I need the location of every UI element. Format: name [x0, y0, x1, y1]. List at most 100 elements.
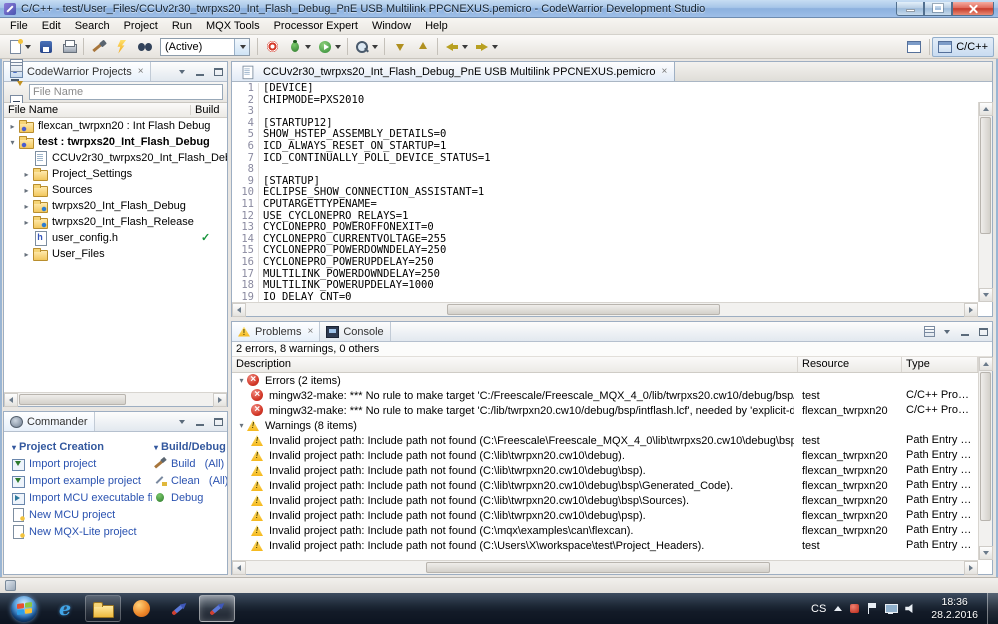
maximize-view-icon[interactable]: [976, 325, 990, 339]
expander-icon[interactable]: ▸: [21, 170, 32, 179]
problems-group-warnings[interactable]: ▾ Warnings (8 items): [232, 418, 978, 433]
open-perspective-button[interactable]: [901, 37, 927, 57]
editor-hscrollbar[interactable]: [232, 302, 978, 317]
problem-row[interactable]: Invalid project path: Include path not f…: [232, 433, 978, 448]
new-button[interactable]: [4, 36, 34, 58]
tree-item-sources[interactable]: ▸ Sources: [4, 182, 227, 198]
start-button[interactable]: [6, 593, 42, 624]
tree-item-test[interactable]: ▾ test : twrpxs20_Int_Flash_Debug: [4, 134, 227, 150]
scroll-left-icon[interactable]: [232, 303, 246, 317]
expander-icon[interactable]: ▾: [236, 376, 247, 385]
tab-problems[interactable]: Problems ×: [232, 322, 321, 341]
problem-row[interactable]: Invalid project path: Include path not f…: [232, 463, 978, 478]
problems-group-errors[interactable]: ▾ Errors (2 items): [232, 373, 978, 388]
menu-mqx-tools[interactable]: MQX Tools: [199, 19, 267, 33]
maximize-view-icon[interactable]: [211, 65, 225, 79]
problems-vscrollbar[interactable]: [978, 357, 993, 560]
back-button[interactable]: [441, 36, 471, 58]
filter-view-icon[interactable]: [922, 325, 936, 339]
view-menu-icon[interactable]: [175, 65, 189, 79]
tab-commander[interactable]: Commander: [4, 412, 95, 431]
tree-item-twrpxs20-int-flash-debug[interactable]: ▸ twrpxs20_Int_Flash_Debug: [4, 198, 227, 214]
maximize-button[interactable]: [924, 1, 952, 16]
projects-hscrollbar[interactable]: [4, 392, 227, 407]
maximize-view-icon[interactable]: [211, 415, 225, 429]
taskbar-internet-explorer-button[interactable]: e: [47, 595, 83, 622]
scroll-thumb[interactable]: [980, 117, 991, 234]
problem-row[interactable]: Invalid project path: Include path not f…: [232, 448, 978, 463]
section-collapse-icon[interactable]: ▾: [12, 443, 16, 452]
problem-row[interactable]: Invalid project path: Include path not f…: [232, 538, 978, 553]
problem-row[interactable]: mingw32-make: *** No rule to make target…: [232, 388, 978, 403]
expander-icon[interactable]: ▸: [21, 218, 32, 227]
problem-row[interactable]: Invalid project path: Include path not f…: [232, 478, 978, 493]
taskbar-active-codewarrior-window[interactable]: [199, 595, 235, 622]
problem-row[interactable]: Invalid project path: Include path not f…: [232, 523, 978, 538]
commander-import-project[interactable]: Import project: [12, 455, 152, 472]
scroll-thumb[interactable]: [980, 372, 991, 521]
tree-item-user-files[interactable]: ▸ User_Files: [4, 246, 227, 262]
menu-search[interactable]: Search: [68, 19, 117, 33]
tree-item-user-config-h[interactable]: user_config.h ✓: [4, 230, 227, 246]
commander-import-example-project[interactable]: Import example project: [12, 472, 152, 489]
scroll-thumb[interactable]: [447, 304, 720, 315]
minimize-button[interactable]: [896, 1, 924, 16]
show-hidden-icons-icon[interactable]: [834, 606, 843, 611]
expander-icon[interactable]: ▾: [7, 138, 18, 147]
minimize-view-icon[interactable]: [193, 65, 207, 79]
volume-icon[interactable]: [905, 604, 913, 613]
tab-pemicro-file[interactable]: CCUv2r30_twrpxs20_Int_Flash_Debug_PnE US…: [232, 62, 676, 81]
menu-processor-expert[interactable]: Processor Expert: [267, 19, 365, 33]
commander-new-mqx-lite-project[interactable]: New MQX-Lite project: [12, 523, 152, 540]
editor-body[interactable]: 1 2 3 4 5 6 7 8 9 10 11 12 13 14 15 16 17 18 19 [DEVICE] CH…: [232, 82, 993, 317]
expander-icon[interactable]: ▸: [21, 202, 32, 211]
tree-item-project-settings[interactable]: ▸ Project_Settings: [4, 166, 227, 182]
scroll-left-icon[interactable]: [4, 393, 18, 407]
scroll-left-icon[interactable]: [232, 561, 246, 575]
taskbar-explorer-button[interactable]: [85, 595, 121, 622]
commander-clean-all[interactable]: Clean (All): [154, 472, 227, 489]
expander-icon[interactable]: ▸: [21, 186, 32, 195]
column-build[interactable]: Build: [195, 104, 219, 116]
next-annotation-button[interactable]: [388, 36, 411, 58]
tree-item-twrpxs20-int-flash-release[interactable]: ▸ twrpxs20_Int_Flash_Release: [4, 214, 227, 230]
tray-language-indicator[interactable]: CS: [811, 603, 826, 615]
tree-item-ccuv2r30-twrpxs20-int-flash-debug-pne[interactable]: CCUv2r30_twrpxs20_Int_Flash_Debug_PnE US…: [4, 150, 227, 166]
taskbar-media-app-button[interactable]: [123, 595, 159, 622]
menu-run[interactable]: Run: [165, 19, 199, 33]
close-button[interactable]: [952, 1, 994, 16]
action-center-flag-icon[interactable]: [867, 603, 877, 614]
commander-new-mcu-project[interactable]: New MCU project: [12, 506, 152, 523]
show-desktop-button[interactable]: [987, 593, 998, 624]
menu-project[interactable]: Project: [117, 19, 165, 33]
tree-item-flexcan-twrpxn20[interactable]: ▸ flexcan_twrpxn20 : Int Flash Debug: [4, 118, 227, 134]
tab-console[interactable]: Console: [320, 322, 391, 341]
editor-vscrollbar[interactable]: [978, 102, 993, 302]
commander-build-all[interactable]: Build (All): [154, 455, 227, 472]
target-tasks-button[interactable]: [261, 36, 284, 58]
commander-debug[interactable]: Debug: [154, 489, 227, 506]
commander-import-mcu-executable-file[interactable]: Import MCU executable file: [12, 489, 152, 506]
build-config-select[interactable]: (Active): [160, 37, 250, 56]
column-type[interactable]: Type: [902, 357, 978, 372]
code-text[interactable]: [DEVICE] CHIPMODE=PXS2010 [STARTUP12] SHOW…: [263, 83, 978, 302]
network-icon[interactable]: [885, 603, 899, 614]
view-menu-icon[interactable]: [175, 415, 189, 429]
menu-file[interactable]: File: [3, 19, 35, 33]
save-button[interactable]: [34, 36, 57, 58]
previous-annotation-button[interactable]: [411, 36, 434, 58]
tray-app-icon[interactable]: [850, 604, 860, 613]
scroll-thumb[interactable]: [19, 394, 127, 405]
close-tab-icon[interactable]: ×: [662, 66, 668, 77]
scroll-right-icon[interactable]: [964, 561, 978, 575]
scroll-up-icon[interactable]: [979, 357, 993, 371]
view-menu-icon[interactable]: [940, 325, 954, 339]
section-collapse-icon[interactable]: ▾: [154, 443, 158, 452]
column-file-name[interactable]: File Name: [8, 104, 58, 116]
taskbar-codewarrior-button[interactable]: [161, 595, 197, 622]
flash-programmer-button[interactable]: [110, 36, 133, 58]
expander-icon[interactable]: ▸: [21, 250, 32, 259]
menu-help[interactable]: Help: [418, 19, 455, 33]
search-button[interactable]: [351, 36, 381, 58]
tray-clock[interactable]: 18:36 28.2.2016: [924, 596, 985, 621]
